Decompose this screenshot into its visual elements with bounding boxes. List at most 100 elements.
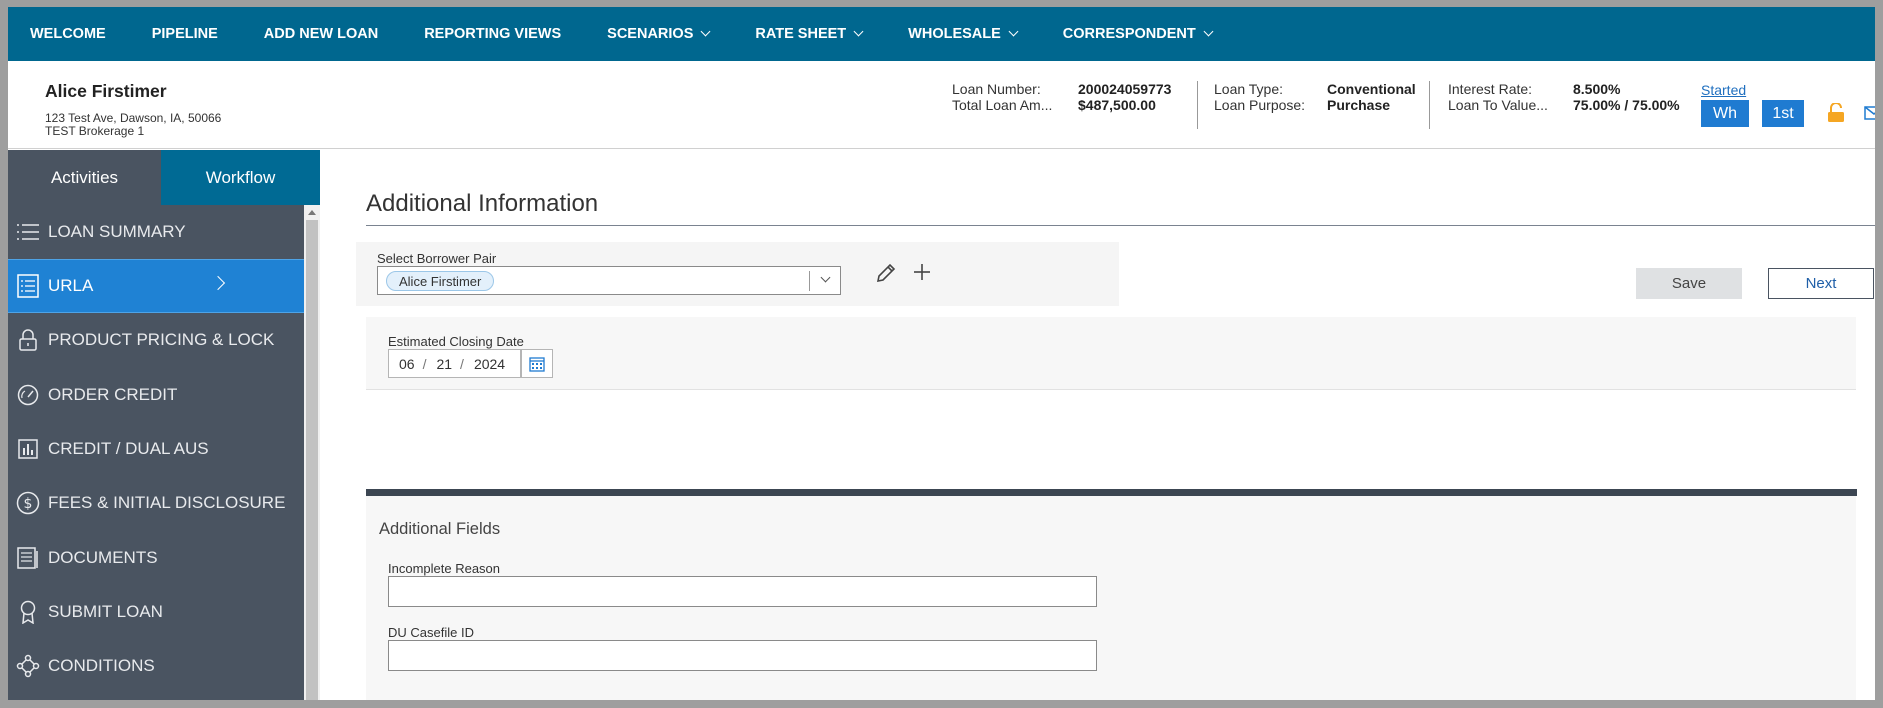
loan-header: Alice Firstimer 123 Test Ave, Dawson, IA…: [8, 61, 1875, 149]
closing-date-panel: Estimated Closing Date 06 / 21 / 2024: [366, 317, 1856, 390]
sidebar-item-fees[interactable]: $ FEES & INITIAL DISCLOSURE: [8, 476, 304, 530]
rate-labels: Interest Rate: Loan To Value...: [1448, 81, 1548, 113]
dollar-icon: $: [15, 490, 41, 516]
sidebar-item-conditions[interactable]: CONDITIONS: [8, 639, 304, 693]
additional-fields-panel: Additional Fields Incomplete Reason DU C…: [366, 496, 1856, 700]
loan-type-value: Conventional: [1327, 81, 1416, 97]
unlocked-padlock-icon[interactable]: [1827, 102, 1845, 128]
total-loan-value: $487,500.00: [1078, 97, 1156, 113]
nav-label: REPORTING VIEWS: [424, 26, 562, 42]
loan-purpose-label: Loan Purpose:: [1214, 97, 1306, 113]
chevron-down-icon[interactable]: [820, 272, 831, 283]
nav-rate-sheet[interactable]: RATE SHEET: [755, 26, 864, 42]
sidebar-item-loan-summary[interactable]: LOAN SUMMARY: [8, 205, 304, 259]
sidebar-item-credit-dual-aus[interactable]: CREDIT / DUAL AUS: [8, 422, 304, 476]
first-lien-button[interactable]: 1st: [1762, 100, 1804, 127]
mail-icon[interactable]: [1864, 105, 1875, 126]
date-separator: /: [422, 355, 427, 372]
incomplete-reason-input[interactable]: [388, 576, 1097, 607]
next-button[interactable]: Next: [1768, 268, 1874, 299]
sidebar-item-label: ORDER CREDIT: [48, 384, 178, 404]
sidebar-item-label: CREDIT / DUAL AUS: [48, 439, 209, 459]
sidebar-item-label: FEES & INITIAL DISCLOSURE: [48, 493, 286, 513]
scroll-up-arrow-icon[interactable]: [308, 210, 316, 215]
tab-activities[interactable]: Activities: [8, 150, 161, 205]
gauge-icon: [15, 382, 41, 408]
bar-chart-icon: [15, 436, 41, 462]
ribbon-icon: [15, 599, 41, 625]
sidebar-item-submit-loan[interactable]: SUBMIT LOAN: [8, 585, 304, 639]
nav-label: WELCOME: [30, 26, 106, 42]
nav-label: RATE SHEET: [755, 26, 847, 42]
svg-text:$: $: [24, 496, 33, 512]
nav-scenarios[interactable]: SCENARIOS: [607, 26, 711, 42]
wh-button[interactable]: Wh: [1701, 100, 1749, 127]
nav-label: SCENARIOS: [607, 26, 694, 42]
sidebar-item-label: LOAN SUMMARY: [48, 222, 186, 242]
du-casefile-label: DU Casefile ID: [388, 625, 474, 640]
borrower-pair-select[interactable]: Alice Firstimer: [377, 266, 841, 295]
lock-icon: [15, 327, 41, 353]
sidebar-item-label: PRODUCT PRICING & LOCK: [48, 330, 275, 350]
date-day[interactable]: 21: [426, 356, 452, 372]
status-link[interactable]: Started: [1701, 82, 1746, 98]
top-nav: WELCOME PIPELINE ADD NEW LOAN REPORTING …: [8, 7, 1875, 61]
header-divider: [1197, 81, 1198, 129]
closing-date-label: Estimated Closing Date: [388, 334, 524, 349]
sidebar-tabs: Activities Workflow: [8, 150, 320, 205]
closing-date-input[interactable]: 06 / 21 / 2024: [388, 349, 521, 378]
nav-label: ADD NEW LOAN: [263, 26, 379, 42]
loan-number-label: Loan Number:: [952, 81, 1041, 97]
date-separator: /: [460, 355, 464, 372]
borrower-pair-label: Select Borrower Pair: [377, 251, 497, 266]
sidebar-item-documents[interactable]: DOCUMENTS: [8, 530, 304, 584]
plus-icon[interactable]: [912, 262, 932, 287]
form-icon: [15, 273, 41, 299]
sidebar-item-order-credit[interactable]: ORDER CREDIT: [8, 368, 304, 422]
sidebar-scrollbar[interactable]: [304, 205, 320, 700]
pencil-icon[interactable]: [875, 262, 897, 289]
interest-rate-label: Interest Rate:: [1448, 81, 1533, 97]
chevron-down-icon: [853, 26, 864, 37]
save-button[interactable]: Save: [1636, 268, 1742, 299]
du-casefile-input[interactable]: [388, 640, 1097, 671]
nav-add-new-loan[interactable]: ADD NEW LOAN: [264, 26, 378, 42]
sidebar-item-product-pricing[interactable]: PRODUCT PRICING & LOCK: [8, 313, 304, 367]
chevron-down-icon: [700, 26, 711, 37]
nav-welcome[interactable]: WELCOME: [30, 26, 106, 42]
borrower-chip[interactable]: Alice Firstimer: [386, 271, 495, 291]
select-divider: [809, 271, 810, 291]
brokerage-line: TEST Brokerage 1: [45, 124, 145, 138]
loan-number-labels: Loan Number: Total Loan Am...: [952, 81, 1052, 113]
sidebar-menu: LOAN SUMMARY URLA PRODUCT PRICING & LOCK…: [8, 205, 304, 693]
documents-icon: [15, 545, 41, 571]
sidebar-item-label: DOCUMENTS: [48, 547, 158, 567]
app-window: WELCOME PIPELINE ADD NEW LOAN REPORTING …: [8, 7, 1875, 700]
sidebar: Activities Workflow LOAN SUMMARY URLA PR…: [8, 150, 320, 700]
nav-wholesale[interactable]: WHOLESALE: [908, 26, 1019, 42]
loan-number-value: 200024059773: [1078, 81, 1172, 97]
date-year[interactable]: 2024: [464, 356, 505, 372]
chevron-right-icon: [210, 276, 226, 291]
sidebar-item-label: CONDITIONS: [48, 656, 155, 676]
borrower-pair-panel: Select Borrower Pair Alice Firstimer: [356, 242, 1119, 306]
ltv-label: Loan To Value...: [1448, 97, 1548, 113]
tab-workflow[interactable]: Workflow: [161, 150, 320, 205]
main-content: Additional Information Select Borrower P…: [320, 150, 1875, 700]
nav-reporting-views[interactable]: REPORTING VIEWS: [424, 26, 561, 42]
nav-label: PIPELINE: [151, 26, 218, 42]
rate-values: 8.500% 75.00% / 75.00%: [1573, 81, 1680, 113]
chevron-down-icon: [1008, 26, 1019, 37]
interest-rate-value: 8.500%: [1573, 81, 1621, 97]
sidebar-item-urla[interactable]: URLA: [8, 259, 304, 314]
scroll-thumb[interactable]: [306, 220, 318, 700]
calendar-icon[interactable]: [521, 349, 553, 378]
page-title: Additional Information: [366, 190, 599, 217]
additional-fields-title: Additional Fields: [379, 520, 501, 538]
nav-correspondent[interactable]: CORRESPONDENT: [1063, 26, 1214, 42]
date-month[interactable]: 06: [389, 356, 415, 372]
loan-type-values: Conventional Purchase: [1327, 81, 1416, 113]
sidebar-item-label: SUBMIT LOAN: [48, 601, 163, 621]
nav-pipeline[interactable]: PIPELINE: [152, 26, 218, 42]
loan-type-label: Loan Type:: [1214, 81, 1284, 97]
